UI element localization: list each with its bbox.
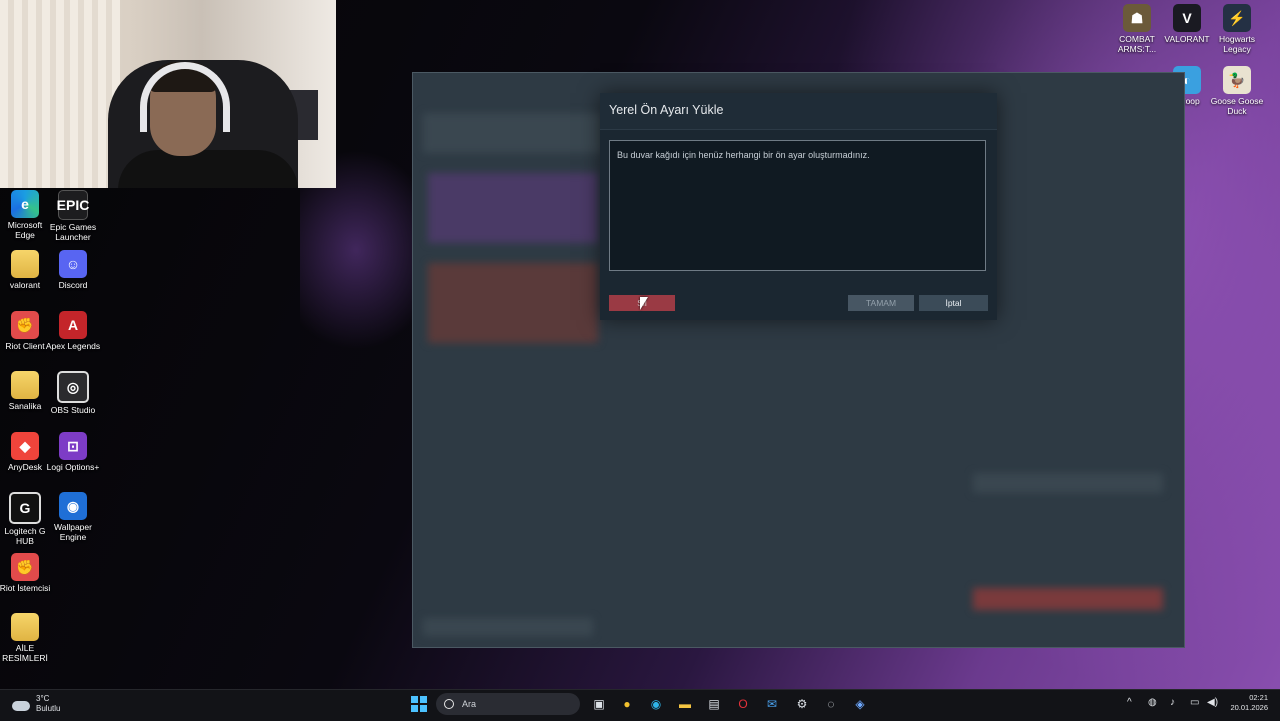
combat-icon: ☗ (1123, 4, 1151, 32)
goose-icon: 🦆 (1223, 66, 1251, 94)
epic-icon: EPIC (57, 190, 89, 220)
anydesk-icon: ◆ (11, 432, 39, 460)
desktop-icon[interactable]: A Apex Legends (45, 311, 101, 351)
clock-date: 20.01.2026 (1230, 703, 1268, 712)
mouse-cursor-icon (640, 297, 648, 310)
edge-icon: e (11, 190, 39, 218)
mail-icon[interactable]: ✉ (763, 695, 781, 713)
desktop-icon-label: AİLE RESİMLERİ (2, 643, 48, 663)
desktop-icon-label: OBS Studio (50, 405, 96, 415)
obs-icon: ◎ (57, 371, 89, 403)
preset-list[interactable]: Bu duvar kağıdı için henüz herhangi bir … (609, 140, 986, 271)
blurred-footer (423, 618, 593, 636)
edge-icon[interactable]: ◉ (647, 695, 665, 713)
taskbar (0, 689, 1280, 721)
chrome-icon[interactable]: ● (618, 695, 636, 713)
desktop-icon[interactable]: AİLE RESİMLERİ (0, 613, 53, 663)
weather-temp: 3°C (36, 694, 50, 703)
file-explorer-icon[interactable]: ▬ (676, 695, 694, 713)
steam-icon[interactable]: ⚙ (793, 695, 811, 713)
valorant-icon: V (1173, 4, 1201, 32)
wallpaper-engine-taskbar-icon[interactable]: ◈ (851, 695, 869, 713)
store-icon[interactable]: ▤ (705, 695, 723, 713)
webcam-overlay (0, 0, 336, 188)
weather-desc: Bulutlu (36, 704, 61, 713)
desktop-icon[interactable]: V VALORANT (1159, 4, 1215, 44)
desktop-icon-label: Apex Legends (45, 341, 101, 351)
steelseries-icon[interactable]: ◌ (822, 695, 840, 713)
desktop-icon[interactable]: ⚡ Hogwarts Legacy (1209, 4, 1265, 54)
desktop-icon-label: Hogwarts Legacy (1219, 34, 1255, 54)
webcam-curtain (0, 0, 120, 188)
desktop-icon[interactable]: ⊡ Logi Options+ (45, 432, 101, 472)
desktop-icon-label: Wallpaper Engine (54, 522, 92, 542)
riot-icon: ✊ (11, 553, 39, 581)
blurred-thumbnail (428, 263, 598, 343)
ok-button[interactable]: TAMAM (848, 295, 914, 311)
desktop-icon[interactable]: ✊ Riot İstemcisi (0, 553, 53, 593)
apex-icon: A (59, 311, 87, 339)
wpe-icon: ◉ (59, 492, 87, 520)
desktop-icon[interactable]: 🦆 Goose Goose Duck (1209, 66, 1265, 116)
desktop-icon[interactable]: ☗ COMBAT ARMS:T... (1109, 4, 1165, 54)
ghub-icon: G (9, 492, 41, 524)
network-app-icon[interactable]: ◍ (1148, 697, 1157, 708)
blurred-setting (973, 473, 1163, 493)
discord-icon: ☺ (59, 250, 87, 278)
dialog-title: Yerel Ön Ayarı Yükle (609, 103, 724, 117)
folder-icon (11, 250, 39, 278)
microphone-icon[interactable]: ♪ (1170, 697, 1175, 708)
desktop-icon-label: Riot İstemcisi (0, 583, 51, 593)
weather-widget[interactable]: 3°C Bulutlu (12, 694, 60, 714)
volume-icon[interactable]: ◀) (1207, 697, 1218, 708)
opera-icon[interactable]: O (734, 695, 752, 713)
desktop-icon-label: Discord (58, 280, 88, 290)
blurred-header (423, 113, 603, 153)
folder-icon (11, 371, 39, 399)
riot-icon: ✊ (11, 311, 39, 339)
desktop-icon-label: Logi Options+ (46, 462, 100, 472)
blurred-thumbnail (428, 173, 598, 243)
chevron-up-icon[interactable]: ^ (1127, 697, 1132, 708)
hogwarts-icon: ⚡ (1223, 4, 1251, 32)
display-icon[interactable]: ▭ (1190, 697, 1199, 708)
clock[interactable]: 02:21 20.01.2026 (1224, 693, 1268, 713)
desktop-icon[interactable]: ☺ Discord (45, 250, 101, 290)
desktop-icon-label: VALORANT (1164, 34, 1210, 44)
cancel-button[interactable]: İptal (919, 295, 988, 311)
cloud-icon (12, 701, 30, 711)
search-icon (444, 699, 454, 709)
blurred-button (973, 588, 1163, 610)
search-placeholder: Ara (462, 699, 477, 709)
logi-icon: ⊡ (59, 432, 87, 460)
task-view-icon[interactable]: ▣ (590, 695, 608, 713)
webcam-person-body (118, 150, 298, 188)
desktop-icon[interactable]: EPIC Epic Games Launcher (45, 190, 101, 242)
taskbar-search[interactable]: Ara (436, 693, 580, 715)
start-button[interactable] (410, 695, 428, 713)
load-preset-dialog: Yerel Ön Ayarı Yükle Bu duvar kağıdı içi… (600, 93, 997, 320)
desktop-icon[interactable]: ◉ Wallpaper Engine (45, 492, 101, 542)
desktop-icon-label: COMBAT ARMS:T... (1117, 34, 1157, 54)
desktop-icon-label: Epic Games Launcher (49, 222, 97, 242)
folder-icon (11, 613, 39, 641)
desktop-icon-label: Goose Goose Duck (1210, 96, 1264, 116)
desktop-icon[interactable]: ◎ OBS Studio (45, 371, 101, 415)
empty-message: Bu duvar kağıdı için henüz herhangi bir … (617, 150, 870, 160)
clock-time: 02:21 (1249, 693, 1268, 702)
